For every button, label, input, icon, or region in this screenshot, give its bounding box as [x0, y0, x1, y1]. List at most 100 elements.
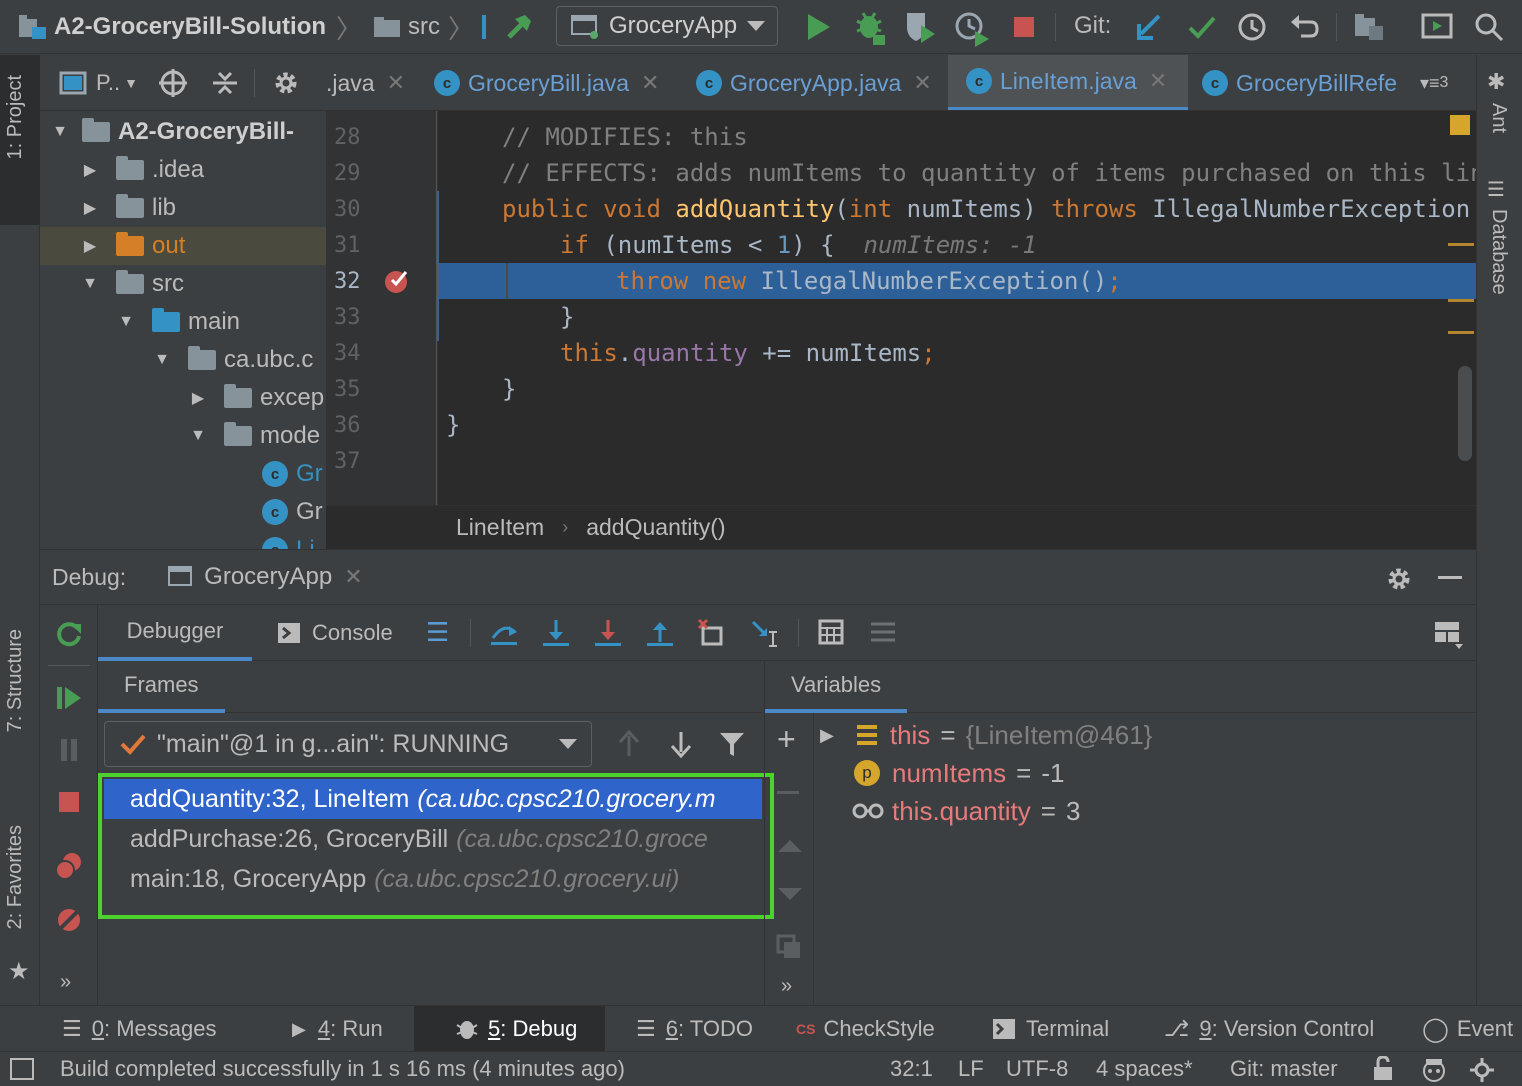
rerun-icon[interactable] [54, 619, 84, 649]
profile-icon[interactable] [952, 8, 992, 48]
tree-item-project-root[interactable]: ▼ A2-GroceryBill- [48, 113, 294, 151]
favorites-tool-tab[interactable]: 2: Favorites ★ [0, 825, 40, 995]
tree-item-out[interactable]: ▶ out [40, 227, 326, 265]
tree-item-exceptions[interactable]: ▶ excep [186, 379, 324, 417]
gear-icon[interactable] [271, 68, 301, 98]
status-message[interactable]: Build completed successfully in 1 s 16 m… [60, 1056, 625, 1082]
coverage-icon[interactable] [902, 8, 938, 46]
close-icon[interactable]: ✕ [387, 70, 405, 96]
new-watch-plus-icon[interactable]: + [777, 721, 796, 758]
previous-frame-arrow-up-icon[interactable] [614, 728, 644, 760]
tab-variables[interactable]: Variables [765, 661, 908, 713]
variable-row[interactable]: ▶ this = {LineItem@461} [820, 716, 1152, 754]
layout-list-icon[interactable]: ☰ [426, 617, 449, 648]
tree-item-idea[interactable]: ▶ .idea [78, 151, 204, 189]
breadcrumb-class[interactable]: LineItem [456, 514, 544, 541]
step-over-icon[interactable] [540, 617, 572, 649]
status-line-separator[interactable]: LF [958, 1056, 984, 1082]
more-icon[interactable]: » [60, 971, 71, 994]
project-view-select[interactable]: P.. [96, 70, 120, 96]
mute-breakpoints-icon[interactable] [54, 905, 84, 935]
tool-debug[interactable]: 5: Debug [414, 1006, 606, 1052]
copy-watch-icon[interactable] [775, 933, 803, 961]
tree-item-class[interactable]: c Li [262, 531, 315, 549]
ant-tool-tab[interactable]: ✱ Ant [1477, 69, 1522, 169]
gear-icon[interactable] [1384, 564, 1414, 594]
git-update-icon[interactable] [1134, 10, 1166, 44]
tool-todo[interactable]: ☰ 6: TODO [636, 1006, 753, 1052]
expand-arrow-icon[interactable]: ▶ [820, 725, 834, 746]
breadcrumb-method[interactable]: addQuantity() [586, 514, 725, 541]
debug-bug-icon[interactable] [852, 8, 888, 46]
tool-version-control[interactable]: ⎇ 9: Version Control [1164, 1006, 1374, 1052]
tool-run[interactable]: ▶ 4: Run [292, 1006, 383, 1052]
breakpoint-icon[interactable] [384, 268, 410, 294]
lock-icon[interactable] [1370, 1056, 1396, 1082]
close-icon[interactable]: ✕ [344, 564, 362, 590]
remove-watch-minus-icon[interactable] [777, 791, 799, 794]
nav-src[interactable]: src [408, 13, 440, 41]
tree-item-src[interactable]: ▼ src [78, 265, 184, 303]
locate-crosshair-icon[interactable] [158, 68, 188, 98]
move-up-icon[interactable] [777, 835, 803, 855]
variable-row[interactable]: this.quantity = 3 [852, 792, 1080, 830]
tab-groceryapp[interactable]: c GroceryApp.java ✕ [696, 55, 944, 110]
tabs-overflow-button[interactable]: ▾≡ 3 [1420, 55, 1474, 110]
tab-frames[interactable]: Frames [98, 661, 225, 713]
tool-messages[interactable]: ☰ 0: Messages [62, 1006, 216, 1052]
next-frame-arrow-down-icon[interactable] [666, 728, 696, 760]
inspection-status-icon[interactable] [1450, 115, 1470, 135]
tab-java-file[interactable]: .java ✕ [326, 55, 422, 110]
move-down-icon[interactable] [777, 885, 803, 905]
tool-terminal[interactable]: Terminal [992, 1006, 1109, 1052]
tree-item-class[interactable]: c Gr [262, 455, 323, 493]
run-to-cursor-icon[interactable] [748, 617, 780, 649]
project-tool-tab[interactable]: 1: Project [0, 55, 40, 225]
build-hammer-icon[interactable] [502, 10, 536, 44]
tree-item-model[interactable]: ▼ mode [186, 417, 320, 455]
project-structure-icon[interactable] [1352, 10, 1386, 44]
tab-debugger[interactable]: Debugger [98, 605, 252, 661]
nav-project[interactable]: A2-GroceryBill-Solution [54, 13, 326, 41]
status-encoding[interactable]: UTF-8 [1006, 1056, 1068, 1082]
step-out-icon[interactable] [644, 617, 676, 649]
status-caret-position[interactable]: 32:1 [890, 1056, 933, 1082]
minimize-icon[interactable] [1438, 576, 1462, 579]
search-icon[interactable] [1472, 10, 1506, 44]
run-config-select[interactable]: GroceryApp [556, 6, 778, 46]
stop-icon[interactable] [1010, 13, 1038, 41]
resume-icon[interactable] [54, 683, 84, 713]
close-icon[interactable]: ✕ [913, 70, 931, 96]
stop-icon[interactable] [54, 787, 84, 817]
code-editor[interactable]: 28 29 30 31 32 33 34 35 36 37 // MODIFIE… [326, 111, 1476, 505]
pause-icon[interactable] [54, 735, 84, 765]
restore-layout-icon[interactable] [1432, 617, 1466, 651]
tab-grocerybill[interactable]: c GroceryBill.java ✕ [434, 55, 674, 110]
tree-item-lib[interactable]: ▶ lib [78, 189, 176, 227]
view-breakpoints-icon[interactable] [54, 851, 84, 881]
show-execution-point-icon[interactable] [488, 617, 520, 649]
tool-event-log[interactable]: ◯ Event [1422, 1006, 1513, 1052]
history-clock-icon[interactable] [1236, 10, 1268, 44]
filter-funnel-icon[interactable] [716, 728, 748, 760]
tab-console[interactable]: Console [276, 605, 393, 661]
status-indent[interactable]: 4 spaces* [1096, 1056, 1193, 1082]
variable-row[interactable]: p numItems = -1 [854, 754, 1064, 792]
trace-stream-icon[interactable] [868, 617, 898, 647]
editor-scrollbar[interactable] [1458, 366, 1472, 461]
close-icon[interactable]: ✕ [641, 70, 659, 96]
tree-item-package[interactable]: ▼ ca.ubc.c [150, 341, 313, 379]
tab-lineitem[interactable]: c LineItem.java ✕ [948, 55, 1188, 110]
toggle-tool-windows-icon[interactable] [10, 1058, 34, 1080]
memory-indicator-icon[interactable] [1468, 1056, 1496, 1084]
evaluate-calculator-icon[interactable] [816, 617, 846, 647]
structure-tool-tab[interactable]: 7: Structure [0, 625, 40, 795]
tool-checkstyle[interactable]: CS CheckStyle [796, 1006, 935, 1052]
more-icon[interactable]: » [781, 975, 792, 998]
tab-grocerybillrefe[interactable]: c GroceryBillRefe [1202, 55, 1402, 110]
close-icon[interactable]: ✕ [1149, 68, 1167, 94]
tree-item-main[interactable]: ▼ main [114, 303, 240, 341]
status-git-branch[interactable]: Git: master [1230, 1056, 1338, 1082]
database-tool-tab[interactable]: ☰ Database [1477, 177, 1522, 327]
drop-frame-icon[interactable] [696, 617, 728, 649]
